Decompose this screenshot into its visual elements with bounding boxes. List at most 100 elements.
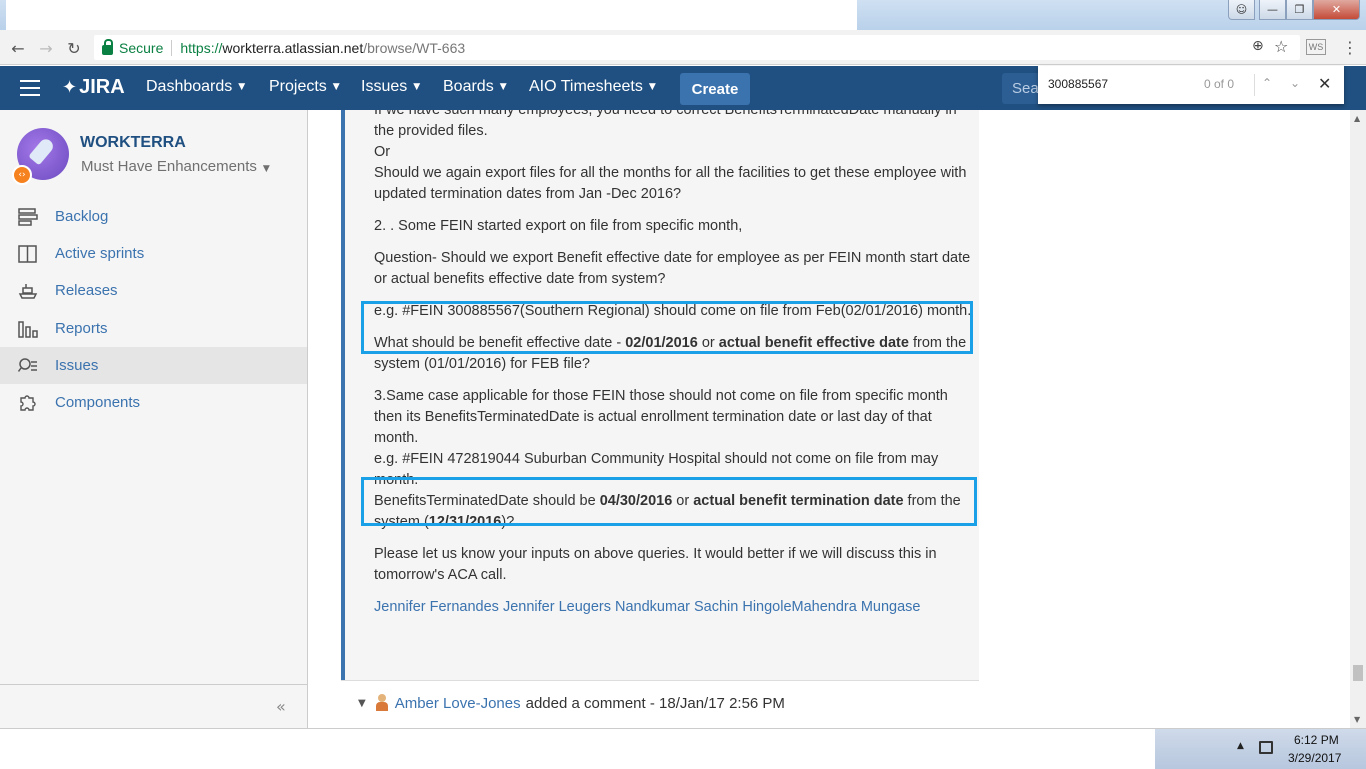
sidebar-item-active-sprints[interactable]: Active sprints <box>0 235 307 272</box>
ship-icon <box>18 283 38 299</box>
close-icon[interactable]: ✕ <box>1318 74 1331 93</box>
sidebar-item-label: Issues <box>55 357 99 374</box>
comment-divider <box>341 680 979 681</box>
nav-dashboards-label: Dashboards <box>146 78 233 95</box>
comment-text-span: Should we again export files for all the… <box>374 165 967 202</box>
board-name-label: Must Have Enhancements <box>81 158 257 175</box>
project-sidebar: ‹› WORKTERRA Must Have Enhancements ▼ Bac… <box>0 110 308 728</box>
comment-paragraph: 2. . Some FEIN started export on file fr… <box>374 218 743 234</box>
minimize-button[interactable]: — <box>1259 0 1286 20</box>
nav-boards[interactable]: Boards ▼ <box>443 78 507 96</box>
nav-boards-label: Boards <box>443 78 494 95</box>
board-selector[interactable]: Must Have Enhancements ▼ <box>81 158 270 175</box>
bar-chart-icon <box>18 320 38 338</box>
maximize-button[interactable]: ❐ <box>1286 0 1313 20</box>
sidebar-item-releases[interactable]: Releases <box>0 272 307 309</box>
url-bar[interactable]: Secure https:// workterra.atlassian.net … <box>94 35 1300 60</box>
board-columns-icon <box>18 244 37 263</box>
sidebar-item-label: Reports <box>55 320 108 337</box>
sidebar-item-reports[interactable]: Reports <box>0 310 307 347</box>
scroll-down-icon[interactable]: ▼ <box>1354 715 1360 724</box>
clock-date[interactable]: 3/29/2017 <box>1288 751 1341 765</box>
os-taskbar: ▲ 6:12 PM 3/29/2017 <box>0 728 1366 769</box>
chevron-up-icon[interactable]: ⌃ <box>1262 76 1272 90</box>
page-scrollbar[interactable]: ▲ ▼ <box>1350 110 1366 728</box>
sidebar-item-label: Backlog <box>55 208 109 225</box>
chevron-down-icon: ▼ <box>332 82 340 92</box>
puzzle-icon <box>20 394 36 411</box>
issue-content: If we have such many employees, you need… <box>308 110 1350 728</box>
bookmark-star-icon[interactable]: ☆ <box>1274 37 1288 56</box>
sidebar-item-issues[interactable]: Issues <box>0 347 307 384</box>
chevron-down-icon[interactable]: ▼ <box>358 698 366 709</box>
reload-icon[interactable]: ↻ <box>62 36 86 60</box>
jira-logo[interactable]: ✦ JIRA <box>62 76 125 99</box>
sidebar-item-components[interactable]: Components <box>0 384 307 421</box>
find-match-count: 0 of 0 <box>1204 77 1235 91</box>
show-hidden-icons-icon[interactable]: ▲ <box>1237 741 1244 751</box>
clock-time[interactable]: 6:12 PM <box>1294 733 1339 747</box>
chevron-down-icon: ▼ <box>648 82 656 92</box>
extension-icon[interactable]: WS <box>1306 39 1326 55</box>
url-separator <box>171 39 173 56</box>
nav-issues-label: Issues <box>361 78 408 95</box>
project-name[interactable]: WORKTERRA <box>80 134 186 152</box>
user-mentions[interactable]: Jennifer Fernandes Jennifer Leugers Nand… <box>374 597 974 618</box>
jira-logo-text: JIRA <box>79 76 125 98</box>
create-button[interactable]: Create <box>680 73 750 105</box>
chevron-down-icon: ▼ <box>413 82 421 92</box>
url-host: workterra.atlassian.net <box>222 39 364 56</box>
browser-menu-icon[interactable]: ⋮ <box>1342 38 1358 57</box>
nav-issues[interactable]: Issues ▼ <box>361 78 420 96</box>
user-profile-icon[interactable]: ☺ <box>1228 0 1255 20</box>
nav-aio-label: AIO Timesheets <box>529 78 643 95</box>
comment-meta: added a comment - 18/Jan/17 2:56 PM <box>525 694 785 712</box>
comment-paragraph: 3.Same case applicable for those FEIN th… <box>374 388 948 446</box>
window-titlebar: ☺ — ❐ ✕ <box>0 0 1366 30</box>
nav-aio-timesheets[interactable]: AIO Timesheets ▼ <box>529 78 656 96</box>
system-tray: ▲ 6:12 PM 3/29/2017 <box>1155 729 1366 769</box>
network-icon[interactable] <box>1259 741 1273 754</box>
code-badge-icon: ‹› <box>12 165 32 185</box>
comment-block: If we have such many employees, you need… <box>341 110 979 680</box>
comment-body: If we have such many employees, you need… <box>374 110 974 629</box>
jira-logo-icon: ✦ <box>62 77 78 98</box>
zoom-icon[interactable]: ⊕ <box>1252 38 1264 54</box>
annotation-highlight-box <box>361 301 973 354</box>
comment-text-span: Or <box>374 144 391 160</box>
scroll-thumb[interactable] <box>1353 665 1363 681</box>
issue-search-icon <box>18 357 37 372</box>
nav-projects-label: Projects <box>269 78 327 95</box>
comment-text-span: If we have such many employees, you need… <box>374 110 957 139</box>
chevron-down-icon: ▼ <box>238 82 246 92</box>
chevron-down-icon[interactable]: ⌄ <box>1290 76 1300 90</box>
sidebar-item-label: Releases <box>55 282 118 299</box>
chevron-down-icon: ▼ <box>262 164 270 174</box>
lock-icon <box>102 38 113 55</box>
app-switcher-icon[interactable] <box>20 80 40 96</box>
find-bar: 300885567 0 of 0 ⌃ ⌄ ✕ <box>1038 66 1344 104</box>
browser-tab-strip <box>6 0 857 30</box>
back-icon[interactable]: ← <box>6 36 30 60</box>
url-scheme: https:// <box>180 39 223 56</box>
secure-label: Secure <box>119 39 164 56</box>
url-path: /browse/WT-663 <box>363 39 466 56</box>
avatar <box>374 694 390 712</box>
sidebar-item-label: Components <box>55 394 141 411</box>
scroll-up-icon[interactable]: ▲ <box>1354 114 1360 123</box>
forward-icon[interactable]: → <box>34 36 58 60</box>
comment-header: ▼ Amber Love-Jones added a comment - 18/… <box>358 694 785 712</box>
nav-projects[interactable]: Projects ▼ <box>269 78 340 96</box>
find-input[interactable]: 300885567 <box>1048 77 1108 91</box>
browser-toolbar: ← → ↻ Secure https:// workterra.atlassia… <box>0 30 1366 65</box>
close-window-button[interactable]: ✕ <box>1313 0 1360 20</box>
comment-author-link[interactable]: Amber Love-Jones <box>395 695 521 712</box>
annotation-highlight-box <box>361 477 977 526</box>
comment-paragraph: If we have such many employees, you need… <box>374 110 974 205</box>
comment-paragraph: Please let us know your inputs on above … <box>374 546 937 583</box>
nav-dashboards[interactable]: Dashboards ▼ <box>146 78 245 96</box>
sidebar-divider <box>0 684 307 685</box>
sidebar-item-label: Active sprints <box>55 245 145 262</box>
sidebar-item-backlog[interactable]: Backlog <box>0 198 307 235</box>
collapse-sidebar-icon[interactable]: « <box>276 697 286 716</box>
